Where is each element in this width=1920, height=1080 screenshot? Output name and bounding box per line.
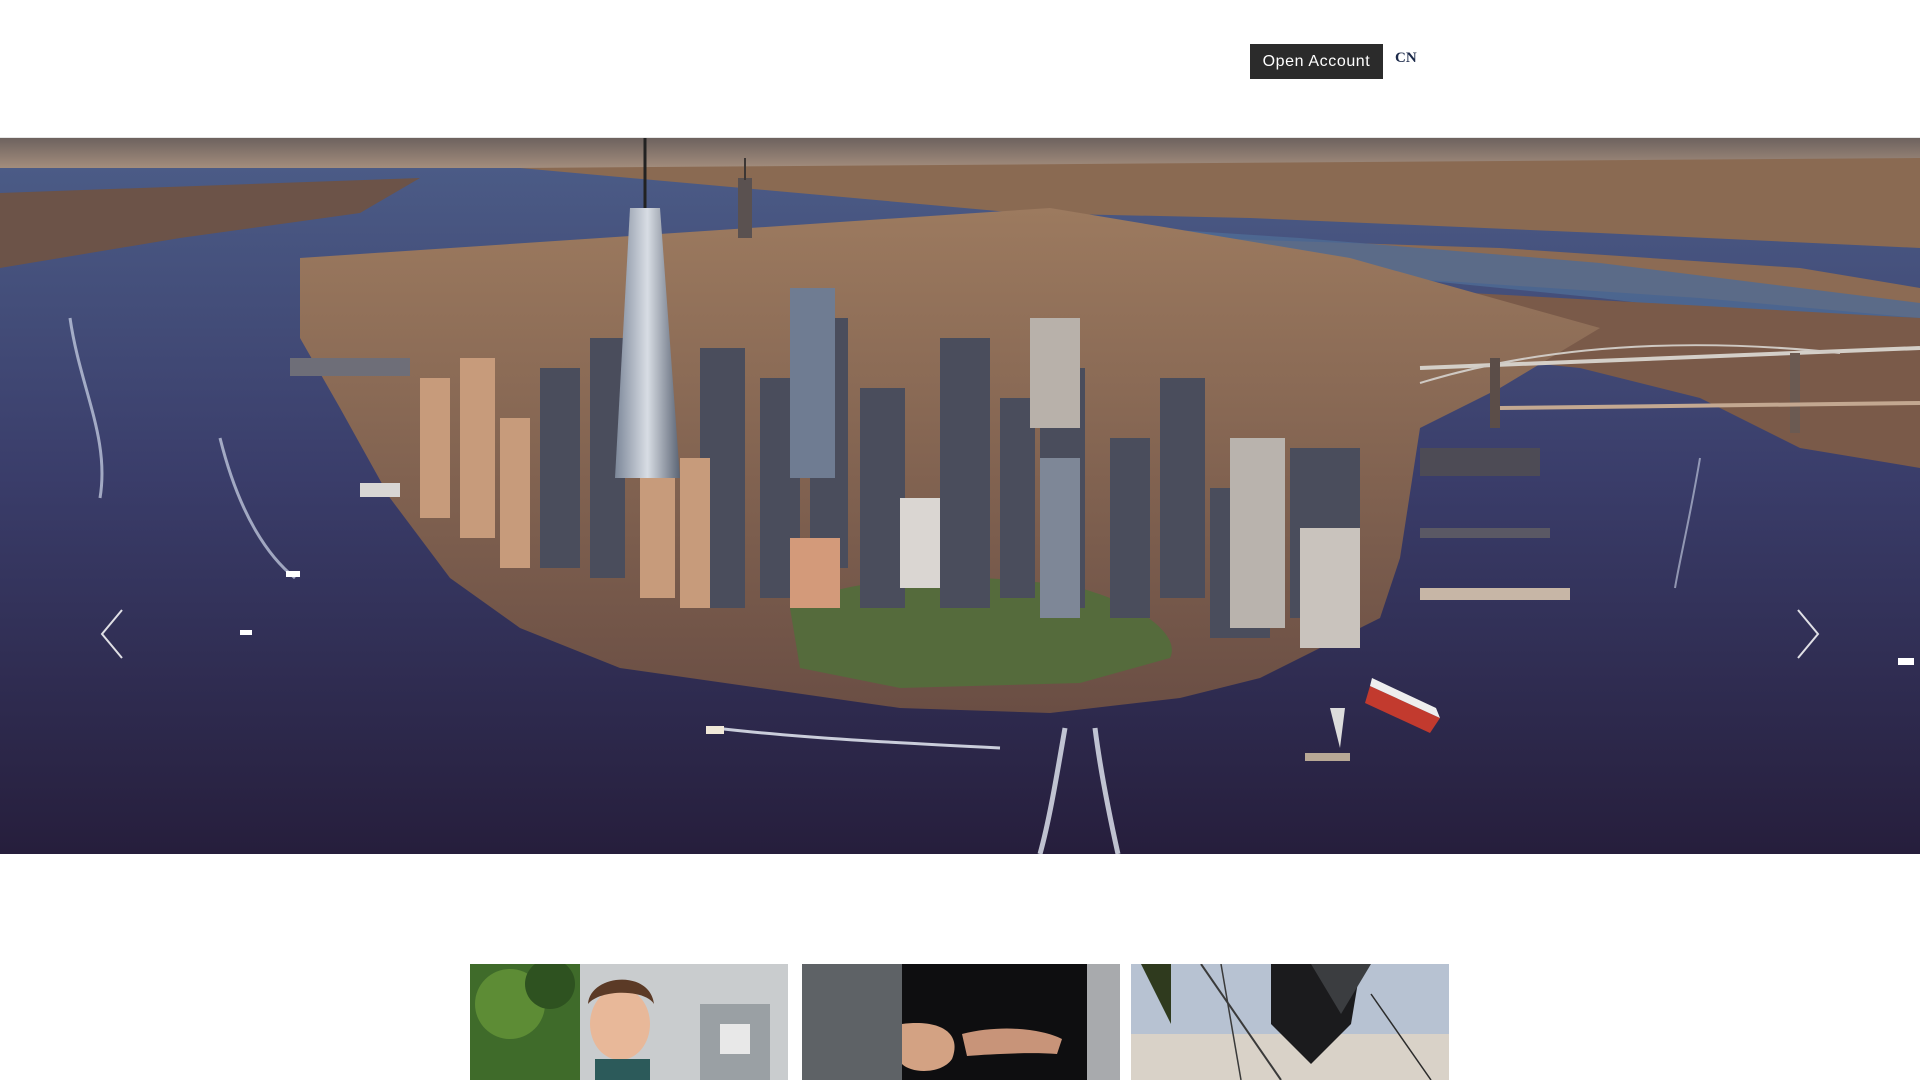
sailboat-rigging-image (1131, 964, 1449, 1080)
open-account-button[interactable]: Open Account (1250, 44, 1383, 79)
hero-image (0, 138, 1920, 854)
feature-card-2[interactable] (802, 964, 1120, 1080)
slideshow-next-button[interactable] (1792, 606, 1824, 662)
site-header: Open Account CN (0, 0, 1920, 138)
chevron-right-icon (1797, 609, 1820, 659)
hands-gesturing-image (802, 964, 1120, 1080)
chevron-left-icon (100, 609, 123, 659)
slideshow-prev-button[interactable] (96, 606, 128, 662)
feature-card-1[interactable] (470, 964, 788, 1080)
language-cn-link[interactable]: CN (1395, 50, 1417, 67)
feature-card-3[interactable] (1131, 964, 1449, 1080)
smiling-person-image (470, 964, 788, 1080)
hero-slideshow (0, 138, 1920, 854)
